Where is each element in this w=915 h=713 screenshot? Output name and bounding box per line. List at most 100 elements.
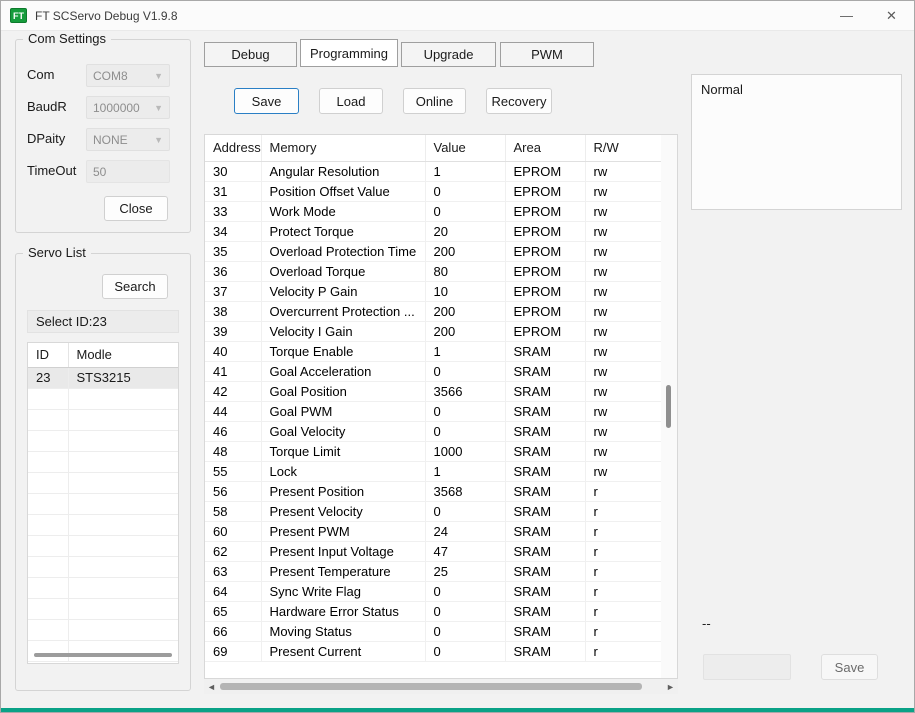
timeout-input[interactable]: 50	[86, 160, 170, 183]
table-cell-empty	[28, 514, 69, 536]
table-row[interactable]: 38 Overcurrent Protection ... 200 EPROM rw	[205, 301, 663, 322]
baud-row: BaudR 1000000 ▼	[16, 96, 190, 119]
tab-upgrade[interactable]: Upgrade	[401, 42, 496, 67]
table-cell: Moving Status	[261, 621, 426, 642]
servo-table: ID Modle 23 STS3215	[27, 342, 179, 664]
table-cell-empty	[28, 598, 69, 620]
table-cell: rw	[585, 201, 663, 222]
bottom-save-button[interactable]: Save	[821, 654, 878, 680]
table-row[interactable]: 65 Hardware Error Status 0 SRAM r	[205, 601, 663, 622]
table-cell: 69	[205, 641, 262, 662]
table-cell-empty	[68, 514, 178, 536]
close-button[interactable]: ✕	[869, 1, 914, 30]
table-row[interactable]: 34 Protect Torque 20 EPROM rw	[205, 221, 663, 242]
search-button[interactable]: Search	[102, 274, 168, 299]
table-row-empty	[28, 493, 178, 515]
table-cell: r	[585, 581, 663, 602]
scroll-left-icon[interactable]: ◄	[204, 679, 219, 694]
chevron-down-icon: ▼	[154, 102, 163, 113]
table-cell: 0	[425, 501, 506, 522]
table-cell: 3566	[425, 381, 506, 402]
com-port-select[interactable]: COM8 ▼	[86, 64, 170, 87]
bottom-input[interactable]	[703, 654, 791, 680]
table-cell: 20	[425, 221, 506, 242]
table-cell: rw	[585, 161, 663, 182]
table-row[interactable]: 40 Torque Enable 1 SRAM rw	[205, 341, 663, 362]
table-cell: 62	[205, 541, 262, 562]
table-cell: SRAM	[505, 381, 586, 402]
table-cell-empty	[28, 430, 69, 452]
table-cell: Present Current	[261, 641, 426, 662]
table-row[interactable]: 62 Present Input Voltage 47 SRAM r	[205, 541, 663, 562]
table-cell: Goal Velocity	[261, 421, 426, 442]
status-dashes: --	[702, 616, 711, 631]
horizontal-scrollbar[interactable]: ◄ ►	[204, 679, 678, 694]
table-cell: 34	[205, 221, 262, 242]
baud-rate-select[interactable]: 1000000 ▼	[86, 96, 170, 119]
table-cell: r	[585, 521, 663, 542]
table-cell: 0	[425, 581, 506, 602]
table-cell-empty	[68, 472, 178, 494]
table-row[interactable]: 31 Position Offset Value 0 EPROM rw	[205, 181, 663, 202]
table-cell: STS3215	[68, 367, 178, 389]
servo-horizontal-scrollbar[interactable]	[34, 653, 172, 657]
table-row-empty	[28, 514, 178, 536]
table-row[interactable]: 46 Goal Velocity 0 SRAM rw	[205, 421, 663, 442]
tab-programming[interactable]: Programming	[300, 39, 398, 67]
table-cell-empty	[28, 556, 69, 578]
minimize-icon: —	[840, 8, 853, 23]
recovery-button[interactable]: Recovery	[486, 88, 552, 114]
table-row[interactable]: 48 Torque Limit 1000 SRAM rw	[205, 441, 663, 462]
memory-table-header: Address Memory Value Area R/W	[205, 135, 663, 162]
table-row[interactable]: 33 Work Mode 0 EPROM rw	[205, 201, 663, 222]
table-row[interactable]: 35 Overload Protection Time 200 EPROM rw	[205, 241, 663, 262]
table-cell-empty	[68, 598, 178, 620]
table-row[interactable]: 58 Present Velocity 0 SRAM r	[205, 501, 663, 522]
table-row[interactable]: 37 Velocity P Gain 10 EPROM rw	[205, 281, 663, 302]
table-cell: 80	[425, 261, 506, 282]
minimize-button[interactable]: —	[824, 1, 869, 30]
table-row[interactable]: 56 Present Position 3568 SRAM r	[205, 481, 663, 502]
table-cell: 1	[425, 341, 506, 362]
table-cell: SRAM	[505, 541, 586, 562]
tab-pwm[interactable]: PWM	[500, 42, 594, 67]
table-row[interactable]: 30 Angular Resolution 1 EPROM rw	[205, 161, 663, 182]
table-row[interactable]: 39 Velocity I Gain 200 EPROM rw	[205, 321, 663, 342]
scroll-right-icon[interactable]: ►	[663, 679, 678, 694]
table-row[interactable]: 69 Present Current 0 SRAM r	[205, 641, 663, 662]
table-cell: r	[585, 601, 663, 622]
close-com-button[interactable]: Close	[104, 196, 168, 221]
table-row[interactable]: 23 STS3215	[28, 367, 178, 389]
table-cell: rw	[585, 181, 663, 202]
servo-table-header: ID Modle	[28, 343, 178, 368]
table-row[interactable]: 60 Present PWM 24 SRAM r	[205, 521, 663, 542]
table-cell: SRAM	[505, 601, 586, 622]
table-row[interactable]: 44 Goal PWM 0 SRAM rw	[205, 401, 663, 422]
table-row[interactable]: 66 Moving Status 0 SRAM r	[205, 621, 663, 642]
table-row[interactable]: 55 Lock 1 SRAM rw	[205, 461, 663, 482]
table-cell: 44	[205, 401, 262, 422]
table-row[interactable]: 41 Goal Acceleration 0 SRAM rw	[205, 361, 663, 382]
chevron-down-icon: ▼	[154, 134, 163, 145]
online-button[interactable]: Online	[403, 88, 466, 114]
table-row[interactable]: 64 Sync Write Flag 0 SRAM r	[205, 581, 663, 602]
table-cell: Hardware Error Status	[261, 601, 426, 622]
table-cell: Angular Resolution	[261, 161, 426, 182]
horizontal-scrollbar-thumb[interactable]	[220, 683, 642, 690]
table-cell: SRAM	[505, 341, 586, 362]
table-cell: 60	[205, 521, 262, 542]
load-button[interactable]: Load	[319, 88, 383, 114]
save-button[interactable]: Save	[234, 88, 299, 114]
table-cell-empty	[28, 409, 69, 431]
table-cell: EPROM	[505, 321, 586, 342]
table-row[interactable]: 63 Present Temperature 25 SRAM r	[205, 561, 663, 582]
parity-select[interactable]: NONE ▼	[86, 128, 170, 151]
parity-value: NONE	[93, 132, 128, 147]
table-cell-empty	[68, 556, 178, 578]
vertical-scrollbar[interactable]	[661, 135, 677, 678]
table-row[interactable]: 36 Overload Torque 80 EPROM rw	[205, 261, 663, 282]
tab-debug[interactable]: Debug	[204, 42, 297, 67]
vertical-scrollbar-thumb[interactable]	[666, 384, 671, 429]
table-row[interactable]: 42 Goal Position 3566 SRAM rw	[205, 381, 663, 402]
memory-table: Address Memory Value Area R/W 30 Angular Reso…	[204, 134, 678, 679]
